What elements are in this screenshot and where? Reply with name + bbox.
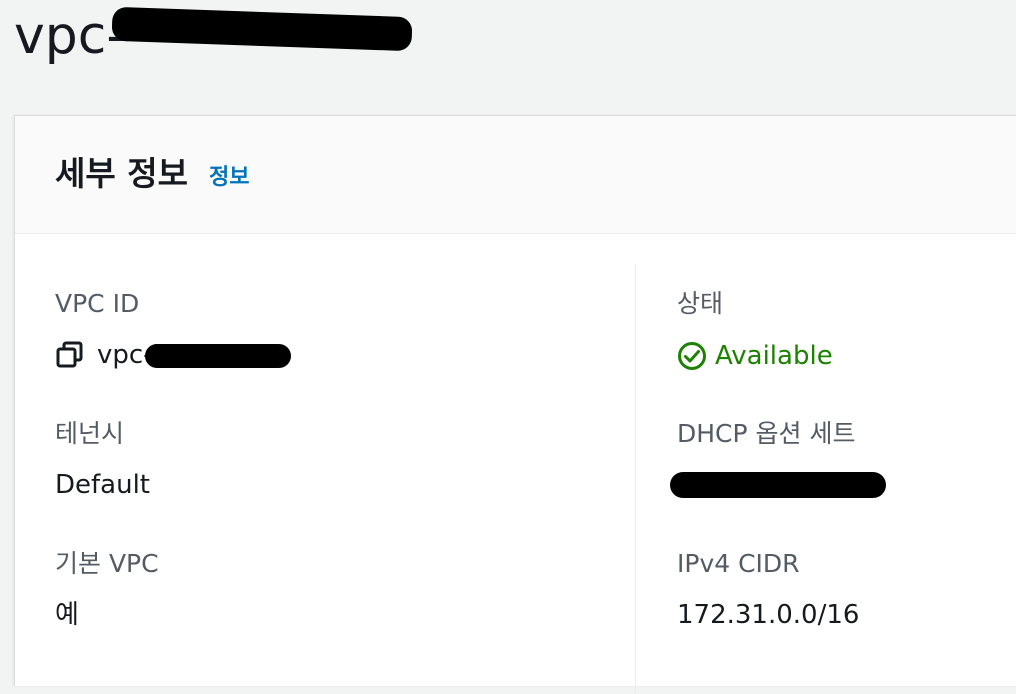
copy-icon[interactable]	[55, 340, 85, 370]
vpc-id-label: VPC ID	[55, 289, 140, 318]
redaction-mark	[670, 472, 886, 498]
page-title: vpc-	[14, 6, 126, 66]
default-vpc-value: 예	[55, 600, 79, 630]
dhcp-options-label: DHCP 옵션 세트	[677, 419, 856, 448]
redaction-mark	[111, 6, 413, 52]
status-positive-icon	[678, 342, 706, 370]
status-indicator: Available	[677, 339, 833, 373]
default-vpc-label: 기본 VPC	[55, 549, 159, 578]
panel-title: 세부 정보	[55, 154, 188, 193]
ipv4-cidr-value: 172.31.0.0/16	[677, 600, 860, 630]
copy-icon-glyph	[56, 341, 83, 368]
state-label: 상태	[677, 289, 724, 318]
info-link[interactable]: 정보	[209, 164, 249, 192]
tenancy-value: Default	[55, 470, 150, 500]
redaction-mark	[145, 344, 291, 368]
tenancy-label: 테넌시	[55, 419, 125, 448]
details-panel: 세부 정보 정보 VPC ID vpc-7 테넌시 Default 기본 VPC…	[14, 115, 1016, 694]
ipv4-cidr-label: IPv4 CIDR	[677, 549, 800, 578]
state-value: Available	[715, 341, 833, 371]
column-divider	[635, 264, 636, 694]
panel-header: 세부 정보 정보	[15, 116, 1016, 234]
